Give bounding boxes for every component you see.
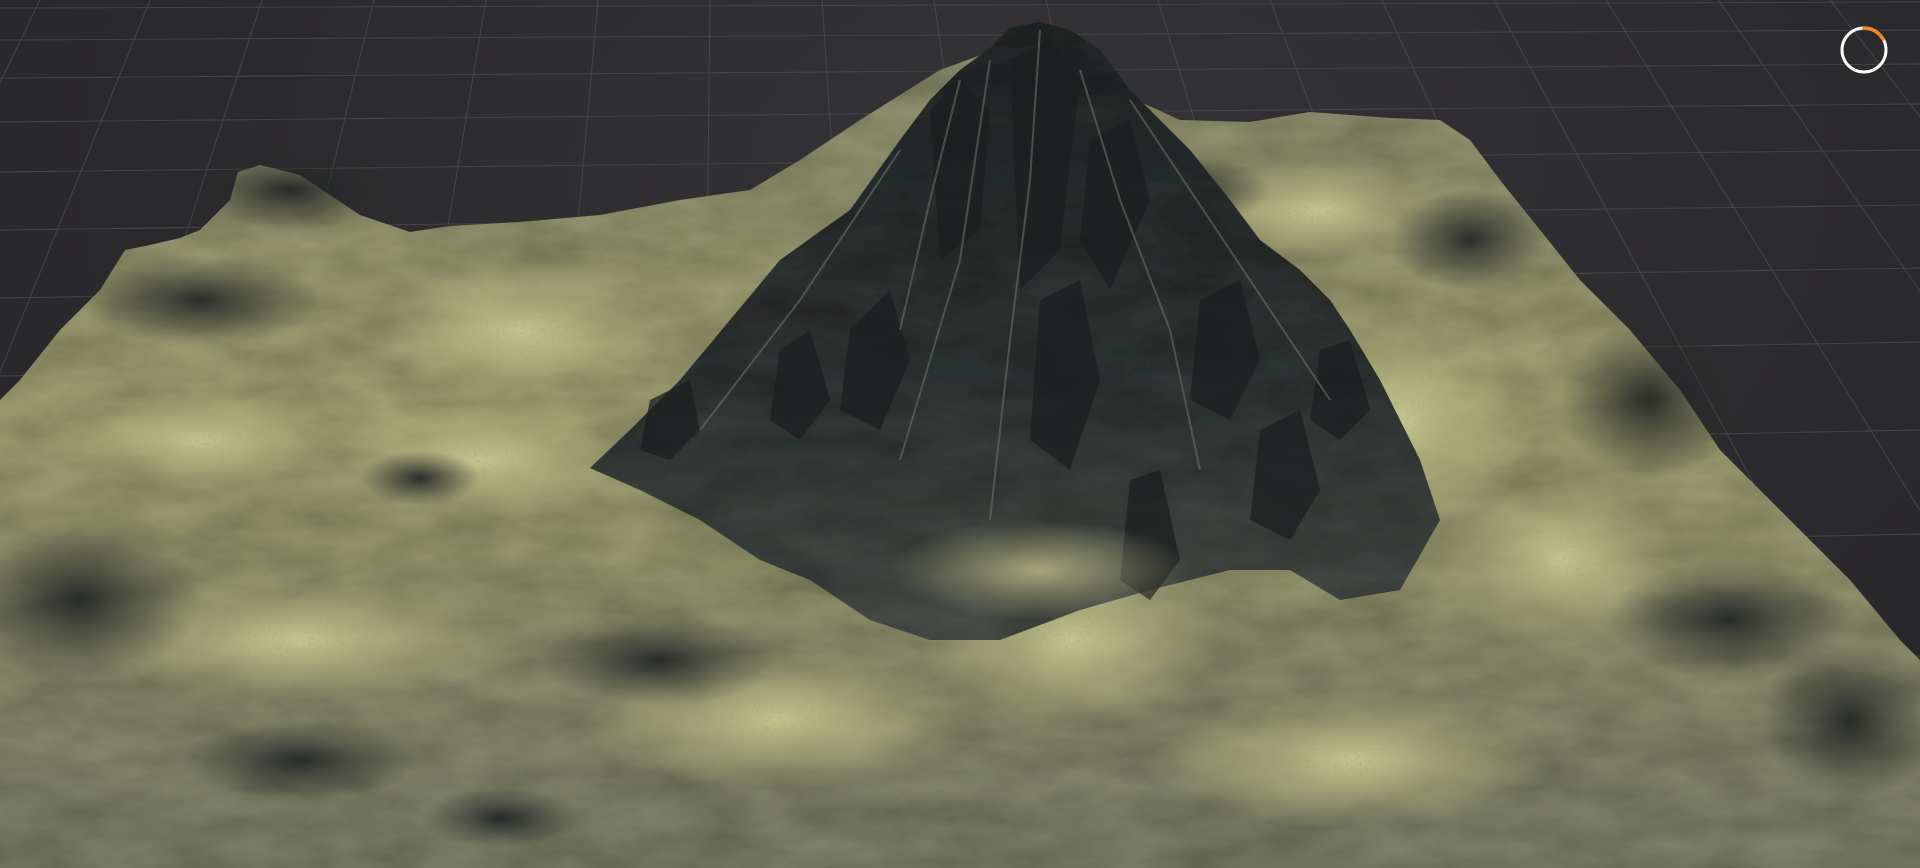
3d-viewport[interactable] xyxy=(0,0,1920,868)
loading-spinner-icon xyxy=(1838,24,1890,76)
terrain-scene[interactable] xyxy=(0,0,1920,868)
mountain-foot-grass xyxy=(890,520,1190,620)
terrain-mesh[interactable] xyxy=(0,22,1920,868)
